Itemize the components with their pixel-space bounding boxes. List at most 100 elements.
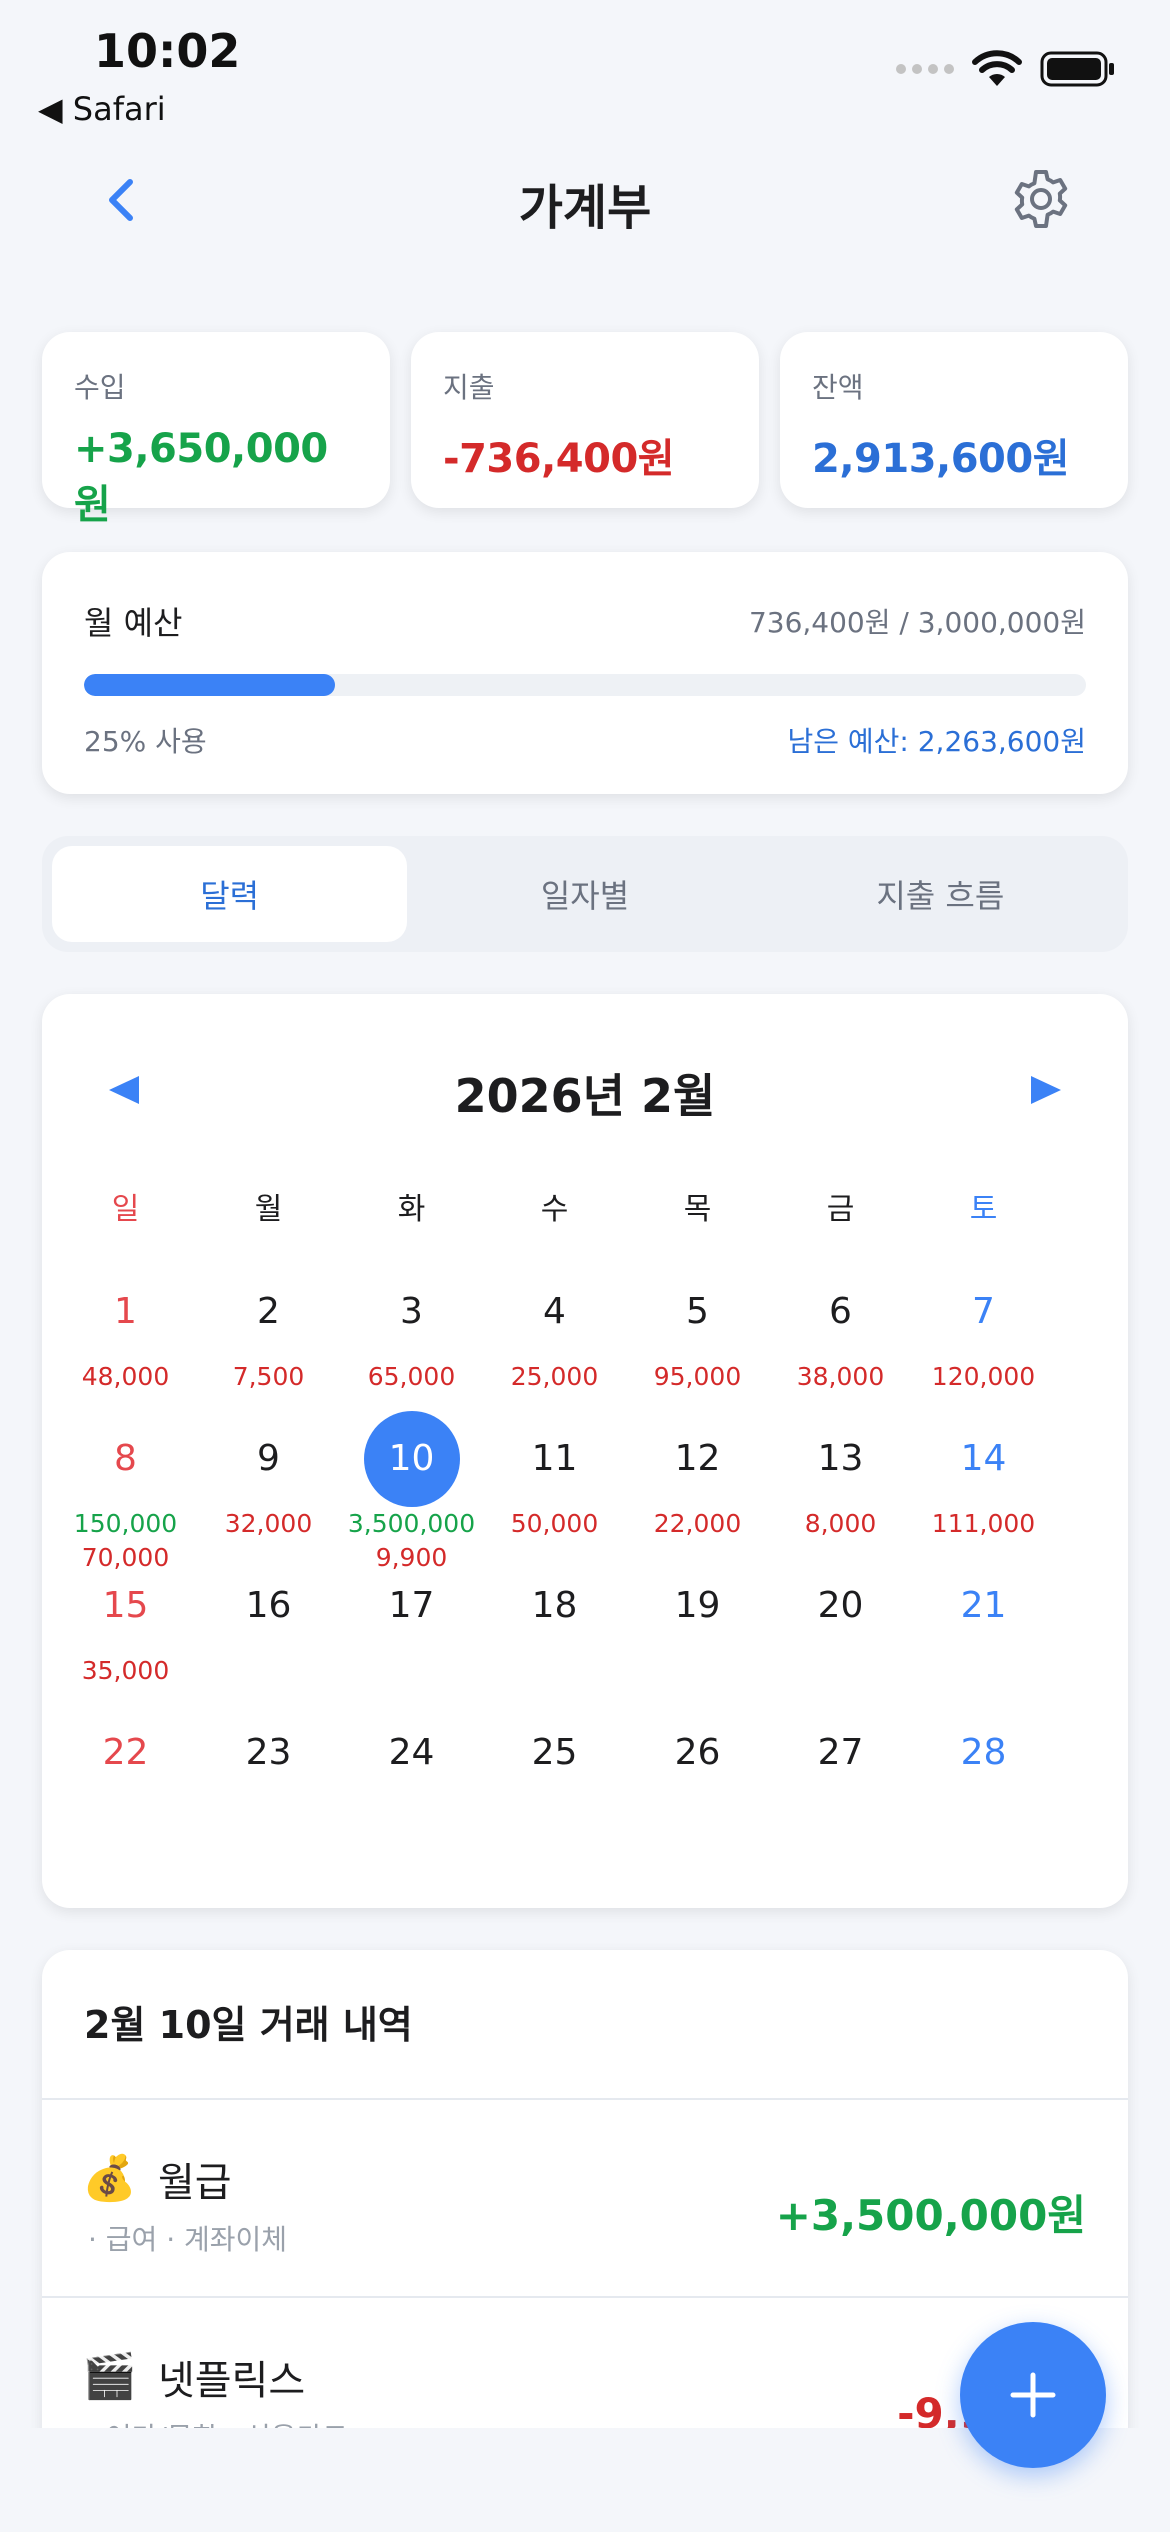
balance-value: 2,913,600원 (812, 436, 1070, 482)
calendar-day-number: 24 (388, 1732, 435, 1773)
monthly-budget-card: 월 예산 736,400원 / 3,000,000원 25% 사용 남은 예산:… (42, 552, 1128, 794)
calendar-day-cell[interactable]: 22 (54, 1705, 197, 1852)
calendar-day-number: 10 (363, 1411, 460, 1507)
calendar-day-number: 3 (400, 1291, 423, 1332)
calendar-day-cell[interactable]: 15 35,000 (54, 1558, 197, 1705)
calendar-day-amounts: 8,000 (769, 1507, 912, 1541)
calendar-day-cell[interactable]: 4 25,000 (483, 1264, 626, 1411)
calendar-day-cell[interactable]: 11 50,000 (483, 1411, 626, 1558)
day-expense-amount: 32,000 (224, 1509, 313, 1538)
gear-icon[interactable] (1008, 166, 1074, 232)
calendar-day-cell[interactable]: 25 (483, 1705, 626, 1852)
calendar-day-amounts: 48,000 (54, 1360, 197, 1394)
calendar-day-number: 22 (102, 1732, 149, 1773)
calendar-day-amounts: 22,000 (626, 1507, 769, 1541)
budget-progress-track (84, 674, 1086, 696)
next-month-button[interactable] (1016, 1060, 1076, 1120)
triangle-right-icon (1031, 1076, 1061, 1104)
calendar-day-cell[interactable]: 18 (483, 1558, 626, 1705)
calendar-day-cell[interactable]: 3 65,000 (340, 1264, 483, 1411)
calendar-day-number: 26 (674, 1732, 721, 1773)
calendar-day-cell[interactable]: 19 (626, 1558, 769, 1705)
day-expense-amount: 25,000 (510, 1362, 599, 1391)
weekday-header: 일 월 화 수 목 금 토 (54, 1184, 1055, 1228)
day-income-amount: 150,000 (73, 1509, 178, 1538)
calendar-day-cell[interactable]: 21 (912, 1558, 1055, 1705)
calendar-day-cell[interactable]: 2 7,500 (197, 1264, 340, 1411)
calendar-grid: 1 48,000 2 7,500 3 65,000 4 25,000 5 95,000 6 38,00… (54, 1264, 1055, 1852)
status-back-to-app[interactable]: ◀ Safari (38, 90, 166, 128)
transaction-name: 월급 (158, 2160, 232, 2206)
income-summary-card: 수입 +3,650,000원 (42, 332, 390, 528)
day-expense-amount: 22,000 (653, 1509, 742, 1538)
add-transaction-button[interactable] (960, 2322, 1106, 2468)
calendar-day-number: 19 (674, 1585, 721, 1626)
budget-used-label: 25% 사용 (84, 725, 207, 758)
calendar-day-cell[interactable]: 1 48,000 (54, 1264, 197, 1411)
calendar-day-cell[interactable]: 13 8,000 (769, 1411, 912, 1558)
calendar-day-number: 7 (972, 1291, 995, 1332)
budget-remaining-label: 남은 예산: 2,263,600원 (787, 725, 1086, 758)
calendar-day-number: 8 (114, 1438, 137, 1479)
battery-icon (1040, 51, 1114, 87)
calendar-day-amounts: 65,000 (340, 1360, 483, 1394)
calendar-day-cell[interactable]: 16 (197, 1558, 340, 1705)
view-tabs: 달력 일자별 지출 흐름 (42, 836, 1128, 952)
calendar-day-cell[interactable]: 17 (340, 1558, 483, 1705)
calendar-day-cell[interactable]: 7 120,000 (912, 1264, 1055, 1411)
calendar-day-amounts: 25,000 (483, 1360, 626, 1394)
calendar-day-cell[interactable]: 10 3,500,000 9,900 (340, 1411, 483, 1572)
calendar-day-cell[interactable]: 27 (769, 1705, 912, 1852)
calendar-day-amounts: 120,000 (912, 1360, 1055, 1394)
calendar-day-number: 14 (960, 1438, 1007, 1479)
calendar-day-number: 9 (257, 1438, 280, 1479)
calendar-day-cell[interactable]: 5 95,000 (626, 1264, 769, 1411)
tab-spending-flow[interactable]: 지출 흐름 (763, 846, 1118, 942)
calendar-day-cell[interactable]: 14 111,000 (912, 1411, 1055, 1558)
transaction-row[interactable]: 💰 월급 · 급여 · 계좌이체 +3,500,000원 (42, 2100, 1128, 2296)
budget-amount: 736,400원 / 3,000,000원 (748, 606, 1086, 639)
transaction-amount: +3,500,000원 (775, 2191, 1086, 2240)
calendar-day-cell[interactable]: 23 (197, 1705, 340, 1852)
day-expense-amount: 7,500 (232, 1362, 305, 1391)
day-income-amount: 3,500,000 (347, 1509, 476, 1538)
calendar-day-amounts: 32,000 (197, 1507, 340, 1541)
expense-value: -736,400원 (443, 436, 675, 482)
tab-daily[interactable]: 일자별 (407, 846, 762, 942)
expense-summary-card: 지출 -736,400원 (411, 332, 759, 508)
calendar-day-cell[interactable]: 12 22,000 (626, 1411, 769, 1558)
wifi-icon (972, 50, 1022, 86)
tab-calendar[interactable]: 달력 (52, 846, 408, 942)
plus-icon (1010, 2372, 1056, 2418)
day-expense-amount: 95,000 (653, 1362, 742, 1391)
calendar-day-cell[interactable]: 26 (626, 1705, 769, 1852)
status-indicators (896, 50, 1116, 88)
weekday-label: 일 (111, 1192, 140, 1227)
calendar-day-cell[interactable]: 6 38,000 (769, 1264, 912, 1411)
calendar-day-cell[interactable]: 24 (340, 1705, 483, 1852)
calendar-day-amounts: 35,000 (54, 1654, 197, 1688)
calendar-day-cell[interactable]: 9 32,000 (197, 1411, 340, 1558)
weekday-label: 금 (826, 1192, 855, 1227)
calendar-day-amounts: 95,000 (626, 1360, 769, 1394)
calendar-day-amounts: 38,000 (769, 1360, 912, 1394)
clapper-board-icon: 🎬 (82, 2351, 137, 2402)
calendar-day-number: 23 (245, 1732, 292, 1773)
calendar-day-cell[interactable]: 28 (912, 1705, 1055, 1852)
money-bag-icon: 💰 (82, 2153, 137, 2204)
weekday-label: 월 (254, 1192, 283, 1227)
balance-label: 잔액 (812, 371, 864, 404)
calendar-day-number: 11 (531, 1438, 578, 1479)
calendar-day-cell[interactable]: 8 150,000 70,000 (54, 1411, 197, 1572)
calendar-day-number: 17 (388, 1585, 435, 1626)
calendar-header: 2026년 2월 (42, 1050, 1128, 1130)
weekday-label: 화 (397, 1192, 426, 1227)
calendar-day-number: 20 (817, 1585, 864, 1626)
income-value: +3,650,000원 (74, 426, 328, 528)
budget-title: 월 예산 (84, 604, 183, 642)
day-expense-amount: 38,000 (796, 1362, 885, 1391)
cellular-signal-icon (896, 64, 954, 74)
calendar-day-cell[interactable]: 20 (769, 1558, 912, 1705)
weekday-label: 목 (683, 1192, 712, 1227)
day-expense-amount: 50,000 (510, 1509, 599, 1538)
